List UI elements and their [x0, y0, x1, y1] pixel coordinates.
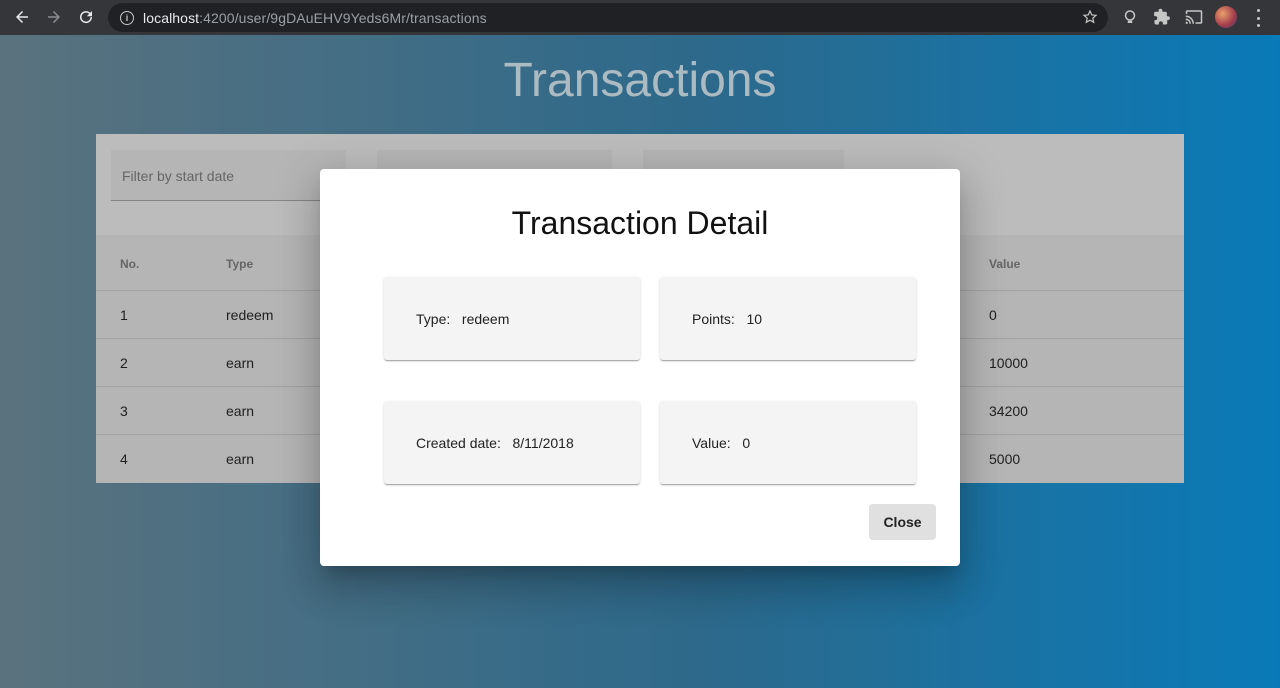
points-detail: Points: 10	[692, 311, 763, 327]
cast-icon[interactable]	[1185, 8, 1203, 26]
back-icon	[16, 11, 28, 23]
reload-icon	[80, 11, 93, 24]
value-detail: Value: 0	[692, 435, 751, 451]
menu-icon[interactable]	[1253, 9, 1263, 27]
browser-toolbar: i localhost:4200/user/9gDAuEHV9Yeds6Mr/t…	[0, 0, 1280, 35]
dialog-title: Transaction Detail	[511, 205, 769, 241]
value-detail-card: Value: 0	[660, 401, 916, 484]
info-icon[interactable]: i	[120, 10, 134, 25]
points-detail-card: Points: 10	[660, 277, 916, 360]
type-detail: Type: redeem	[416, 311, 510, 327]
transaction-detail-dialog: Transaction Detail Type: redeem Points: …	[320, 169, 960, 566]
star-icon[interactable]	[1082, 9, 1098, 25]
lens-icon[interactable]	[1121, 8, 1139, 26]
reload-button[interactable]	[70, 1, 102, 33]
profile-avatar[interactable]	[1215, 6, 1237, 28]
extensions-icon[interactable]	[1153, 8, 1171, 26]
address-bar[interactable]: i localhost:4200/user/9gDAuEHV9Yeds6Mr/t…	[108, 3, 1108, 32]
created-date-detail: Created date: 8/11/2018	[416, 435, 574, 451]
type-detail-card: Type: redeem	[384, 277, 640, 360]
forward-icon	[48, 11, 60, 23]
close-button[interactable]: Close	[869, 504, 936, 540]
url-text: localhost:4200/user/9gDAuEHV9Yeds6Mr/tra…	[143, 9, 487, 26]
back-button[interactable]	[6, 1, 38, 33]
forward-button[interactable]	[38, 1, 70, 33]
created-date-detail-card: Created date: 8/11/2018	[384, 401, 640, 484]
